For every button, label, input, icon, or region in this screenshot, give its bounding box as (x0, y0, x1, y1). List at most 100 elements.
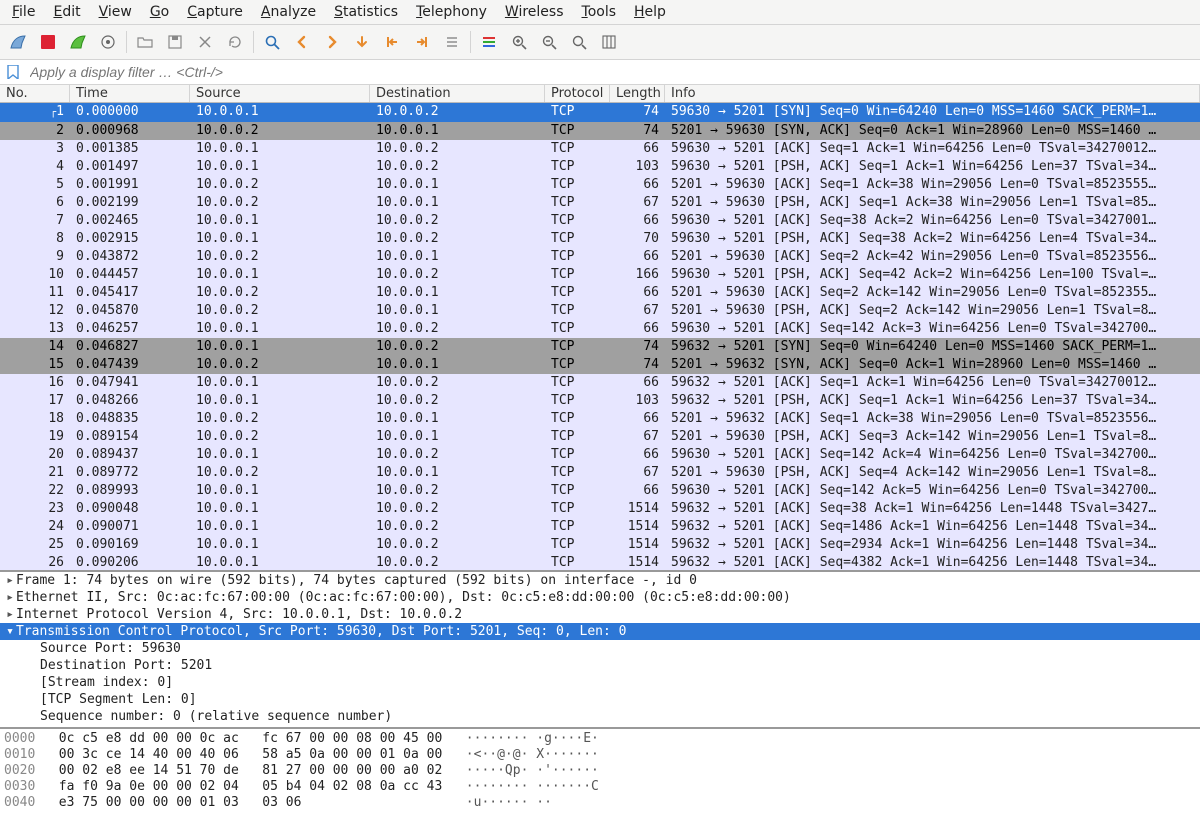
detail-tcp-seqnum[interactable]: Sequence number: 0 (relative sequence nu… (0, 708, 1200, 725)
detail-tcp[interactable]: ▾Transmission Control Protocol, Src Port… (0, 623, 1200, 640)
packet-row[interactable]: 50.00199110.0.0.210.0.0.1TCP665201 → 596… (0, 176, 1200, 194)
packet-row[interactable]: 180.04883510.0.0.210.0.0.1TCP665201 → 59… (0, 410, 1200, 428)
column-header-protocol[interactable]: Protocol (545, 85, 610, 102)
cell-destination: 10.0.0.2 (370, 518, 545, 536)
packet-row[interactable]: 100.04445710.0.0.110.0.0.2TCP16659630 → … (0, 266, 1200, 284)
menu-wireless[interactable]: Wireless (497, 2, 572, 22)
menu-capture[interactable]: Capture (179, 2, 251, 22)
packet-row[interactable]: 240.09007110.0.0.110.0.0.2TCP151459632 →… (0, 518, 1200, 536)
close-file-button[interactable] (191, 28, 219, 56)
go-forward-button[interactable] (318, 28, 346, 56)
hex-row[interactable]: 0020 00 02 e8 ee 14 51 70 de 81 27 00 00… (4, 763, 1196, 779)
go-first-button[interactable] (378, 28, 406, 56)
packet-row[interactable]: 150.04743910.0.0.210.0.0.1TCP745201 → 59… (0, 356, 1200, 374)
packet-row[interactable]: 170.04826610.0.0.110.0.0.2TCP10359632 → … (0, 392, 1200, 410)
packet-row[interactable]: 30.00138510.0.0.110.0.0.2TCP6659630 → 52… (0, 140, 1200, 158)
hex-bytes: 0c c5 e8 dd 00 00 0c ac fc 67 00 00 08 0… (59, 731, 443, 746)
auto-scroll-button[interactable] (438, 28, 466, 56)
cell-protocol: TCP (545, 140, 610, 158)
expand-icon[interactable]: ▸ (4, 606, 16, 623)
cell-source: 10.0.0.1 (190, 266, 370, 284)
packet-row[interactable]: 190.08915410.0.0.210.0.0.1TCP675201 → 59… (0, 428, 1200, 446)
menu-edit[interactable]: Edit (45, 2, 88, 22)
go-back-button[interactable] (288, 28, 316, 56)
menu-file[interactable]: File (4, 2, 43, 22)
packet-row[interactable]: 200.08943710.0.0.110.0.0.2TCP6659630 → 5… (0, 446, 1200, 464)
packet-row[interactable]: 130.04625710.0.0.110.0.0.2TCP6659630 → 5… (0, 320, 1200, 338)
cell-length: 66 (610, 176, 665, 194)
packet-row[interactable]: 80.00291510.0.0.110.0.0.2TCP7059630 → 52… (0, 230, 1200, 248)
zoom-out-button[interactable] (535, 28, 563, 56)
packet-row[interactable]: 210.08977210.0.0.210.0.0.1TCP675201 → 59… (0, 464, 1200, 482)
detail-tcp-seglen[interactable]: [TCP Segment Len: 0] (0, 691, 1200, 708)
packet-row[interactable]: 110.04541710.0.0.210.0.0.1TCP665201 → 59… (0, 284, 1200, 302)
hex-row[interactable]: 0030 fa f0 9a 0e 00 00 02 04 05 b4 04 02… (4, 779, 1196, 795)
cell-info: 59632 → 5201 [ACK] Seq=1486 Ack=1 Win=64… (665, 518, 1200, 536)
open-file-button[interactable] (131, 28, 159, 56)
zoom-reset-button[interactable] (565, 28, 593, 56)
collapse-icon[interactable]: ▾ (4, 623, 16, 640)
detail-ethernet[interactable]: ▸Ethernet II, Src: 0c:ac:fc:67:00:00 (0c… (0, 589, 1200, 606)
packet-row[interactable]: 60.00219910.0.0.210.0.0.1TCP675201 → 596… (0, 194, 1200, 212)
menu-help[interactable]: Help (626, 2, 674, 22)
save-file-button[interactable] (161, 28, 189, 56)
column-header-no[interactable]: No. (0, 85, 70, 102)
packet-list[interactable]: ┌10.00000010.0.0.110.0.0.2TCP7459630 → 5… (0, 103, 1200, 570)
stop-capture-button[interactable] (34, 28, 62, 56)
expand-icon[interactable]: ▸ (4, 572, 16, 589)
cell-protocol: TCP (545, 464, 610, 482)
display-filter-input[interactable] (26, 62, 1198, 82)
bookmark-filter-icon[interactable] (4, 63, 22, 81)
packet-row[interactable]: 260.09020610.0.0.110.0.0.2TCP151459632 →… (0, 554, 1200, 570)
column-header-destination[interactable]: Destination (370, 85, 545, 102)
packet-details-pane[interactable]: ▸Frame 1: 74 bytes on wire (592 bits), 7… (0, 570, 1200, 727)
go-last-button[interactable] (408, 28, 436, 56)
resize-columns-button[interactable] (595, 28, 623, 56)
restart-capture-button[interactable] (64, 28, 92, 56)
cell-time: 0.046827 (70, 338, 190, 356)
menu-view[interactable]: View (91, 2, 140, 22)
find-button[interactable] (258, 28, 286, 56)
packet-row[interactable]: 90.04387210.0.0.210.0.0.1TCP665201 → 596… (0, 248, 1200, 266)
menu-statistics[interactable]: Statistics (326, 2, 406, 22)
hex-row[interactable]: 0010 00 3c ce 14 40 00 40 06 58 a5 0a 00… (4, 747, 1196, 763)
packet-row[interactable]: 220.08999310.0.0.110.0.0.2TCP6659630 → 5… (0, 482, 1200, 500)
reload-button[interactable] (221, 28, 249, 56)
packet-row[interactable]: ┌10.00000010.0.0.110.0.0.2TCP7459630 → 5… (0, 103, 1200, 122)
detail-tcp-dstport[interactable]: Destination Port: 5201 (0, 657, 1200, 674)
menu-telephony[interactable]: Telephony (408, 2, 495, 22)
hex-row[interactable]: 0000 0c c5 e8 dd 00 00 0c ac fc 67 00 00… (4, 731, 1196, 747)
column-header-length[interactable]: Length (610, 85, 665, 102)
packet-row[interactable]: 160.04794110.0.0.110.0.0.2TCP6659632 → 5… (0, 374, 1200, 392)
packet-row[interactable]: 20.00096810.0.0.210.0.0.1TCP745201 → 596… (0, 122, 1200, 140)
menu-analyze[interactable]: Analyze (253, 2, 324, 22)
packet-row[interactable]: 40.00149710.0.0.110.0.0.2TCP10359630 → 5… (0, 158, 1200, 176)
packet-row[interactable]: 70.00246510.0.0.110.0.0.2TCP6659630 → 52… (0, 212, 1200, 230)
detail-frame[interactable]: ▸Frame 1: 74 bytes on wire (592 bits), 7… (0, 572, 1200, 589)
cell-source: 10.0.0.1 (190, 446, 370, 464)
cell-no: 17 (0, 392, 70, 410)
packet-row[interactable]: 230.09004810.0.0.110.0.0.2TCP151459632 →… (0, 500, 1200, 518)
menu-go[interactable]: Go (142, 2, 177, 22)
menu-tools[interactable]: Tools (574, 2, 625, 22)
capture-options-button[interactable] (94, 28, 122, 56)
cell-source: 10.0.0.2 (190, 248, 370, 266)
shark-fin-icon[interactable] (4, 28, 32, 56)
cell-time: 0.046257 (70, 320, 190, 338)
column-header-time[interactable]: Time (70, 85, 190, 102)
expand-icon[interactable]: ▸ (4, 589, 16, 606)
detail-tcp-stream[interactable]: [Stream index: 0] (0, 674, 1200, 691)
packet-row[interactable]: 250.09016910.0.0.110.0.0.2TCP151459632 →… (0, 536, 1200, 554)
colorize-button[interactable] (475, 28, 503, 56)
packet-row[interactable]: 140.04682710.0.0.110.0.0.2TCP7459632 → 5… (0, 338, 1200, 356)
column-header-info[interactable]: Info (665, 85, 1200, 102)
detail-ip[interactable]: ▸Internet Protocol Version 4, Src: 10.0.… (0, 606, 1200, 623)
detail-tcp-srcport[interactable]: Source Port: 59630 (0, 640, 1200, 657)
packet-row[interactable]: 120.04587010.0.0.210.0.0.1TCP675201 → 59… (0, 302, 1200, 320)
packet-bytes-pane[interactable]: 0000 0c c5 e8 dd 00 00 0c ac fc 67 00 00… (0, 727, 1200, 813)
column-header-source[interactable]: Source (190, 85, 370, 102)
cell-length: 74 (610, 356, 665, 374)
hex-row[interactable]: 0040 e3 75 00 00 00 00 01 03 03 06 ·u···… (4, 795, 1196, 811)
zoom-in-button[interactable] (505, 28, 533, 56)
go-to-packet-button[interactable] (348, 28, 376, 56)
